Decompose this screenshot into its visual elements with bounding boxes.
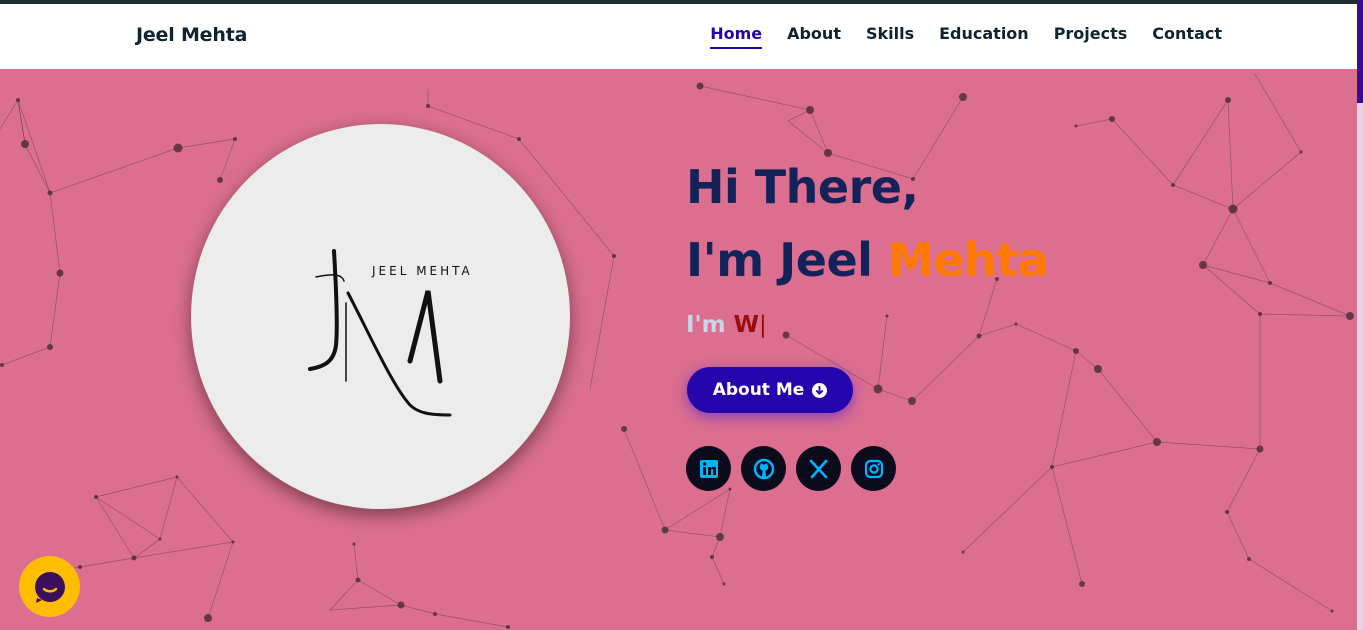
- github-icon: [753, 458, 774, 479]
- hero-name: I'm Jeel Mehta: [686, 219, 1049, 301]
- nav-link-home[interactable]: Home: [710, 24, 762, 49]
- nav-link-about[interactable]: About: [787, 24, 841, 49]
- github-button[interactable]: [741, 446, 786, 491]
- nav-link-education[interactable]: Education: [939, 24, 1029, 49]
- hero-name-prefix: I'm Jeel: [686, 233, 888, 287]
- brand-logo-text[interactable]: Jeel Mehta: [136, 24, 247, 46]
- jm-monogram-logo: JEEL MEHTA: [308, 249, 473, 417]
- linkedin-icon: [699, 459, 718, 478]
- about-me-label: About Me: [712, 380, 805, 400]
- arrow-down-circle-icon: [812, 382, 828, 398]
- navbar: Jeel Mehta Home About Skills Education P…: [0, 4, 1357, 69]
- typing-word: W: [733, 312, 759, 338]
- x-twitter-button[interactable]: [796, 446, 841, 491]
- nav-link-contact[interactable]: Contact: [1152, 24, 1222, 49]
- logo-caption: JEEL MEHTA: [371, 264, 473, 278]
- instagram-button[interactable]: [851, 446, 896, 491]
- typing-prefix: I'm: [686, 312, 734, 338]
- hero-text: Hi There, I'm Jeel Mehta: [686, 155, 1049, 301]
- scrollbar-track[interactable]: [1357, 0, 1363, 630]
- nav-menu: Home About Skills Education Projects Con…: [685, 24, 1222, 49]
- social-links: [686, 446, 896, 491]
- typing-cursor: |: [758, 312, 767, 338]
- hero-name-accent: Mehta: [887, 233, 1049, 287]
- linkedin-button[interactable]: [686, 446, 731, 491]
- about-me-button[interactable]: About Me: [687, 367, 853, 413]
- nav-link-skills[interactable]: Skills: [866, 24, 914, 49]
- typing-text: I'm W|: [686, 312, 767, 338]
- instagram-icon: [864, 459, 883, 478]
- chat-bubble-icon: [34, 571, 65, 603]
- nav-link-projects[interactable]: Projects: [1054, 24, 1128, 49]
- chat-widget-button[interactable]: [19, 556, 80, 617]
- scrollbar-thumb[interactable]: [1357, 0, 1363, 103]
- hero-greeting: Hi There,: [686, 160, 919, 214]
- x-twitter-icon: [809, 459, 827, 478]
